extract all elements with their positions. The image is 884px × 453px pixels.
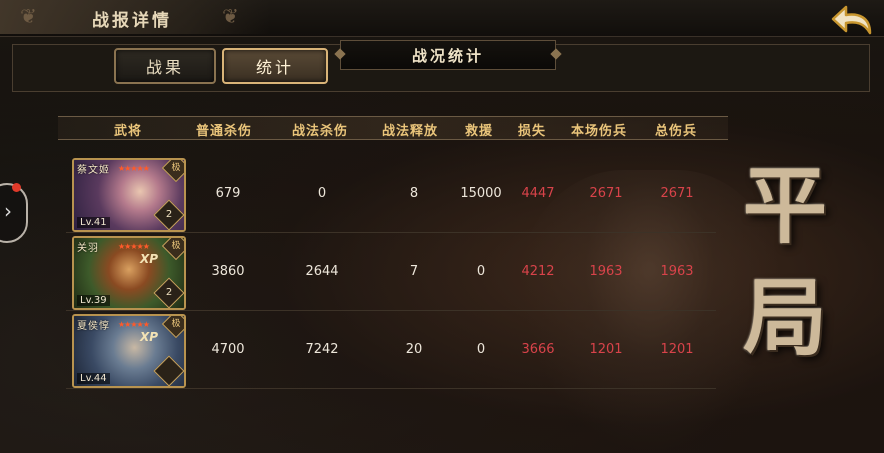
section-banner: 战况统计 xyxy=(340,40,556,70)
notification-dot xyxy=(12,183,21,192)
col-skill-kills: 战法杀伤 xyxy=(291,124,349,139)
cell-rescue: 0 xyxy=(476,342,486,357)
cell-rescue: 15000 xyxy=(460,186,502,201)
dragon-ornament-icon: ❦ xyxy=(20,4,37,28)
col-skill-casts: 战法释放 xyxy=(381,124,439,139)
table-row: 夏侯惇 ★★★★★ XP Lv.44 极 4700 7242 20 0 3666… xyxy=(66,312,716,389)
col-loss: 损失 xyxy=(517,124,547,139)
cell-rescue: 0 xyxy=(476,264,486,279)
back-button[interactable] xyxy=(828,2,880,44)
general-level: Lv.44 xyxy=(77,373,110,384)
col-normal-kills: 普通杀伤 xyxy=(195,124,253,139)
cell-normal-kills: 3860 xyxy=(211,264,245,279)
general-portrait[interactable]: 关羽 ★★★★★ XP Lv.39 极 2 xyxy=(72,236,186,310)
cell-skill-kills: 0 xyxy=(317,186,327,201)
cell-skill-casts: 20 xyxy=(405,342,423,357)
cell-normal-kills: 679 xyxy=(215,186,241,201)
cell-wounded-total: 1963 xyxy=(660,264,694,279)
cell-wounded-total: 2671 xyxy=(660,186,694,201)
star-rating: ★★★★★ xyxy=(118,164,150,173)
window-title: 战报详情 xyxy=(92,11,172,31)
dragon-ornament-icon: ❦ xyxy=(222,4,239,28)
tab-statistics[interactable]: 统计 xyxy=(222,48,328,84)
cell-wounded-this: 2671 xyxy=(589,186,623,201)
cell-skill-casts: 7 xyxy=(409,264,419,279)
star-rating: ★★★★★ xyxy=(118,320,150,329)
cell-wounded-this: 1963 xyxy=(589,264,623,279)
cell-skill-kills: 2644 xyxy=(305,264,339,279)
cell-loss: 3666 xyxy=(521,342,555,357)
general-level: Lv.39 xyxy=(77,295,110,306)
xp-label: XP xyxy=(139,330,158,344)
back-arrow-icon xyxy=(831,5,872,35)
title-bar: ❦ 战报详情 ❦ xyxy=(0,0,884,37)
table-row: 蔡文姬 ★★★★★ Lv.41 极 2 679 0 8 15000 4447 2… xyxy=(66,156,716,233)
battle-result: 平局 xyxy=(742,156,827,367)
cell-skill-casts: 8 xyxy=(409,186,419,201)
general-level: Lv.41 xyxy=(77,217,110,228)
cell-wounded-this: 1201 xyxy=(589,342,623,357)
cell-loss: 4447 xyxy=(521,186,555,201)
general-portrait[interactable]: 夏侯惇 ★★★★★ XP Lv.44 极 xyxy=(72,314,186,388)
cell-wounded-total: 1201 xyxy=(660,342,694,357)
xp-label: XP xyxy=(139,252,158,266)
general-name: 关羽 xyxy=(77,243,99,254)
col-general: 武将 xyxy=(113,124,143,139)
col-wounded-this: 本场伤兵 xyxy=(570,124,628,139)
general-portrait[interactable]: 蔡文姬 ★★★★★ Lv.41 极 2 xyxy=(72,158,186,232)
col-wounded-total: 总伤兵 xyxy=(654,124,698,139)
tab-results[interactable]: 战果 xyxy=(114,48,216,84)
cell-loss: 4212 xyxy=(521,264,555,279)
cell-normal-kills: 4700 xyxy=(211,342,245,357)
cell-skill-kills: 7242 xyxy=(305,342,339,357)
star-rating: ★★★★★ xyxy=(118,242,150,251)
side-drawer-toggle[interactable]: › xyxy=(0,183,28,243)
chevron-right-icon: › xyxy=(4,199,12,223)
general-name: 夏侯惇 xyxy=(77,321,110,332)
general-name: 蔡文姬 xyxy=(77,165,110,176)
table-header: 武将 普通杀伤 战法杀伤 战法释放 救援 损失 本场伤兵 总伤兵 xyxy=(58,116,728,140)
col-rescue: 救援 xyxy=(464,124,494,139)
table-row: 关羽 ★★★★★ XP Lv.39 极 2 3860 2644 7 0 4212… xyxy=(66,234,716,311)
